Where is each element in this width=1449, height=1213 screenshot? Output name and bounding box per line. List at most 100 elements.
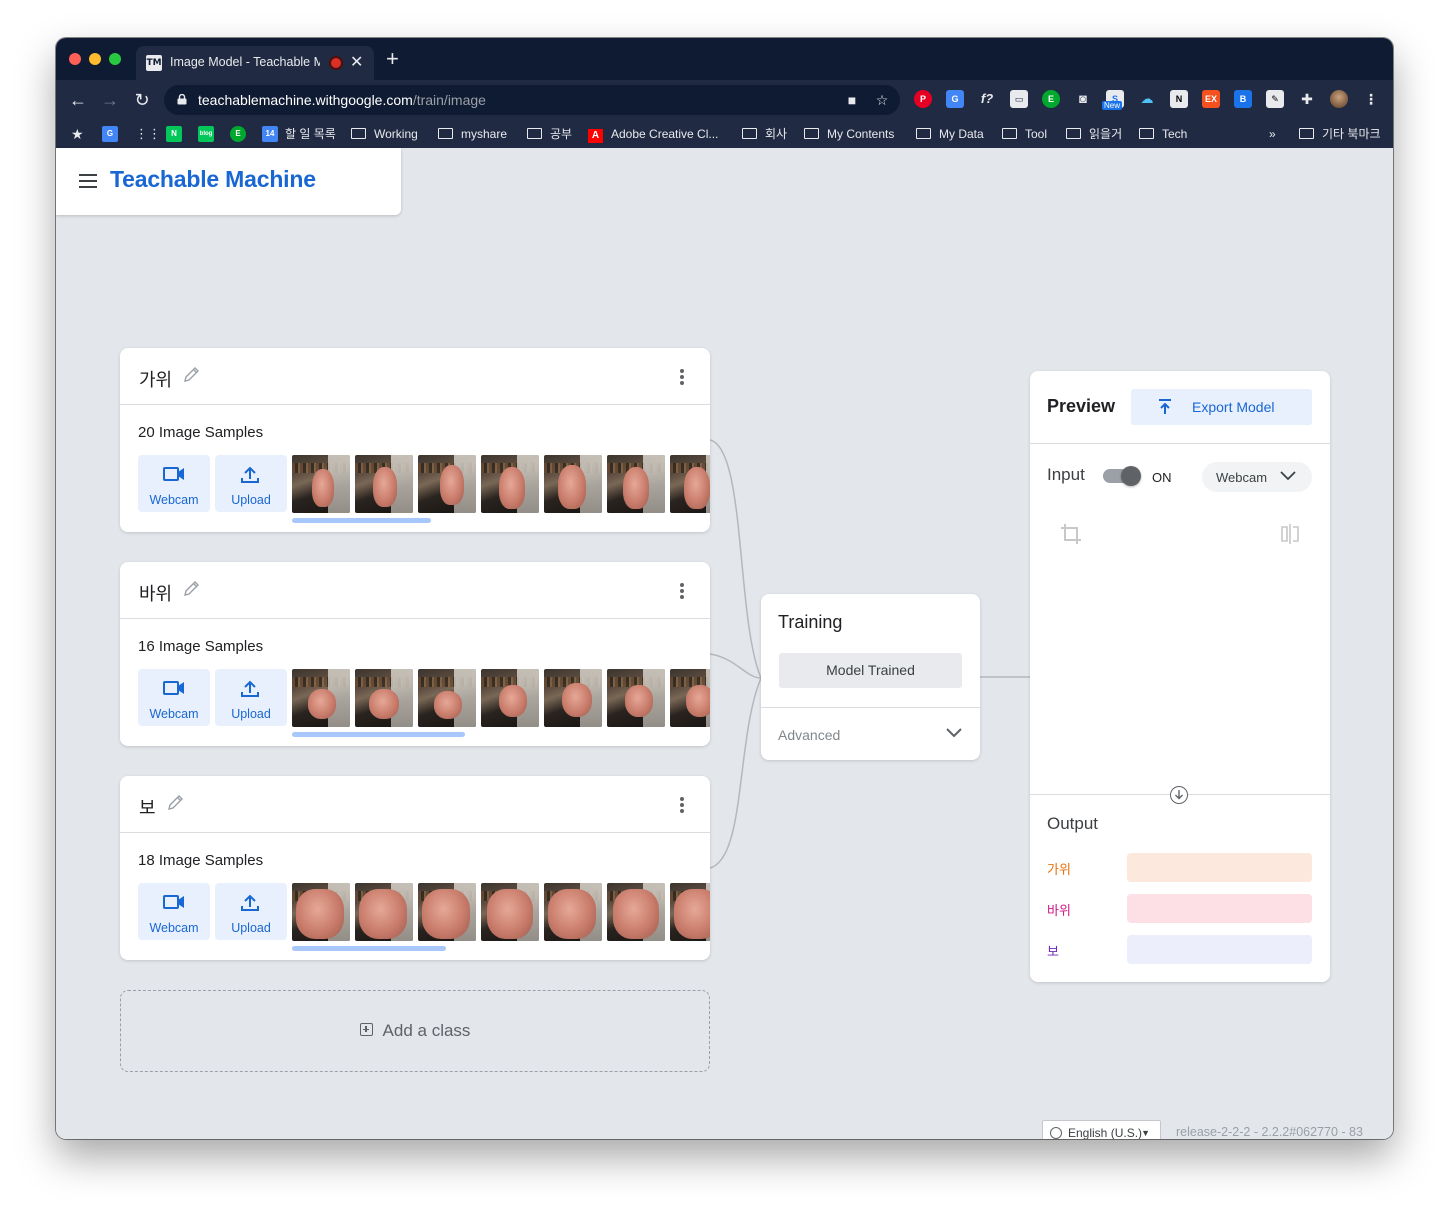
sample-thumbnails[interactable] (292, 455, 710, 513)
sample-thumbnail[interactable] (418, 669, 476, 727)
more-options-icon[interactable] (680, 369, 684, 385)
upload-button[interactable]: Upload (215, 669, 287, 726)
translate-bookmark-icon[interactable]: G (102, 126, 118, 142)
add-class-button[interactable]: Add a class (120, 990, 710, 1072)
pen-extension-icon[interactable]: ✎ (1266, 90, 1284, 108)
sample-thumbnail[interactable] (292, 455, 350, 513)
bookmark-todo[interactable]: 할 일 목록 (285, 126, 336, 142)
class-name[interactable]: 가위 (139, 366, 172, 392)
thumbnail-scrollbar[interactable] (292, 518, 431, 523)
sample-thumbnail[interactable] (355, 455, 413, 513)
browser-menu-icon[interactable]: ⋮ (1362, 90, 1380, 108)
sample-thumbnails[interactable] (292, 883, 710, 941)
sample-thumbnail[interactable] (544, 883, 602, 941)
bookmarks-overflow-button[interactable]: » (1269, 126, 1276, 142)
flip-icon[interactable] (1280, 523, 1300, 545)
bookmark-star-icon[interactable]: ☆ (874, 92, 890, 108)
extensions-puzzle-icon[interactable]: ✚ (1298, 90, 1316, 108)
screen-extension-icon[interactable]: ▭ (1010, 90, 1028, 108)
sample-thumbnail[interactable] (292, 883, 350, 941)
camera-in-use-icon[interactable]: ■ (844, 92, 860, 108)
language-select[interactable]: English (U.S.) ▼ (1042, 1120, 1161, 1139)
google-translate-extension-icon[interactable]: G (946, 90, 964, 108)
bookmark-reading[interactable]: 읽을거 (1066, 126, 1122, 142)
menu-icon[interactable] (79, 174, 97, 188)
sample-thumbnail[interactable] (544, 455, 602, 513)
pinterest-extension-icon[interactable]: P (914, 90, 932, 108)
reload-button[interactable]: ↻ (130, 88, 154, 112)
advanced-toggle[interactable]: Advanced (778, 727, 840, 743)
close-window-button[interactable] (69, 53, 81, 65)
profile-avatar[interactable] (1330, 90, 1348, 108)
thumbnail-scrollbar[interactable] (292, 946, 446, 951)
input-toggle[interactable] (1103, 466, 1141, 486)
forward-button[interactable]: → (98, 88, 122, 112)
sample-thumbnail[interactable] (481, 669, 539, 727)
sample-thumbnail[interactable] (544, 669, 602, 727)
class-name[interactable]: 보 (139, 794, 156, 820)
back-button[interactable]: ← (66, 88, 90, 112)
maximize-window-button[interactable] (109, 53, 121, 65)
sample-thumbnail[interactable] (292, 669, 350, 727)
bookmark-extension-icon[interactable]: B (1234, 90, 1252, 108)
sample-thumbnail[interactable] (607, 669, 665, 727)
upload-button[interactable]: Upload (215, 455, 287, 512)
naver-bookmark-icon[interactable]: N (166, 126, 182, 142)
more-options-icon[interactable] (680, 583, 684, 599)
sample-thumbnail[interactable] (418, 455, 476, 513)
sample-thumbnail[interactable] (670, 883, 710, 941)
sample-thumbnail[interactable] (418, 883, 476, 941)
onedrive-extension-icon[interactable]: ☁ (1138, 90, 1156, 108)
edit-pencil-icon[interactable] (182, 580, 200, 598)
crop-icon[interactable] (1060, 523, 1082, 545)
bookmark-myshare[interactable]: myshare (438, 126, 507, 142)
input-source-select[interactable]: Webcam (1202, 462, 1312, 492)
edit-pencil-icon[interactable] (166, 794, 184, 812)
bookmark-company[interactable]: 회사 (742, 126, 787, 142)
address-bar[interactable]: teachablemachine.withgoogle.com/train/im… (164, 85, 900, 115)
bookmark-tech[interactable]: Tech (1139, 126, 1187, 142)
sample-thumbnail[interactable] (670, 455, 710, 513)
minimize-window-button[interactable] (89, 53, 101, 65)
bookmark-study[interactable]: 공부 (527, 126, 572, 142)
sample-thumbnails[interactable] (292, 669, 710, 727)
app-title[interactable]: Teachable Machine (110, 166, 316, 193)
sample-thumbnail[interactable] (481, 883, 539, 941)
bookmark-working[interactable]: Working (351, 126, 418, 142)
other-bookmarks[interactable]: 기타 북마크 (1299, 126, 1381, 142)
browser-tab[interactable]: TM Image Model - Teachable Machine ✕ (136, 46, 374, 80)
webcam-button[interactable]: Webcam (138, 455, 210, 512)
train-model-button[interactable]: Model Trained (779, 653, 962, 688)
more-options-icon[interactable] (680, 797, 684, 813)
bookmark-adobe[interactable]: A Adobe Creative Cl... (588, 126, 718, 143)
new-tab-button[interactable]: + (386, 47, 399, 71)
chevron-down-icon[interactable] (946, 728, 962, 738)
webcam-button[interactable]: Webcam (138, 669, 210, 726)
class-name[interactable]: 바위 (139, 580, 172, 606)
bookmark-tool[interactable]: Tool (1002, 126, 1047, 142)
sample-thumbnail[interactable] (481, 455, 539, 513)
blog-bookmark-icon[interactable]: blog (198, 126, 214, 142)
formula-extension-icon[interactable]: f? (978, 90, 996, 108)
upload-button[interactable]: Upload (215, 883, 287, 940)
thumbnail-scrollbar[interactable] (292, 732, 465, 737)
bookmark-my-data[interactable]: My Data (916, 126, 984, 142)
sample-thumbnail[interactable] (355, 669, 413, 727)
calendar-bookmark-icon[interactable]: 14 (262, 126, 278, 142)
screenshot-extension-icon[interactable]: ◙ (1074, 90, 1092, 108)
sample-thumbnail[interactable] (607, 883, 665, 941)
evernote-bookmark-icon[interactable]: E (230, 126, 246, 142)
sample-thumbnail[interactable] (355, 883, 413, 941)
export-model-button[interactable]: Export Model (1131, 389, 1312, 425)
edit-pencil-icon[interactable] (182, 366, 200, 384)
notion-extension-icon[interactable]: N (1170, 90, 1188, 108)
fx-extension-icon[interactable]: EX (1202, 90, 1220, 108)
apps-grid-icon[interactable]: ⋮⋮ (135, 126, 161, 142)
bookmark-star-icon[interactable]: ★ (71, 126, 84, 142)
tab-close-icon[interactable]: ✕ (350, 52, 363, 72)
bookmark-my-contents[interactable]: My Contents (804, 126, 894, 142)
sample-thumbnail[interactable] (607, 455, 665, 513)
webcam-button[interactable]: Webcam (138, 883, 210, 940)
sample-thumbnail[interactable] (670, 669, 710, 727)
evernote-extension-icon[interactable]: E (1042, 90, 1060, 108)
